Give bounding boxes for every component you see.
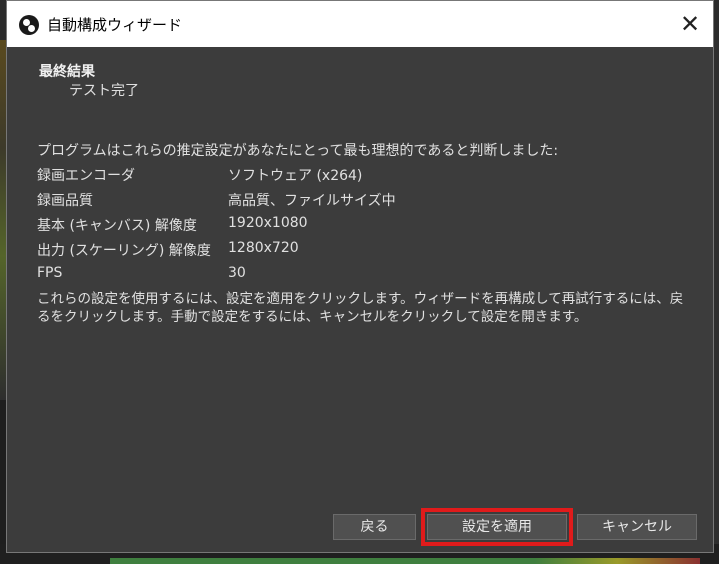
setting-row-encoder: 録画エンコーダ ソフトウェア (x264) [37, 165, 362, 185]
setting-label: 出力 (スケーリング) 解像度 [37, 243, 211, 259]
cancel-button[interactable]: キャンセル [577, 514, 697, 540]
setting-value: ソフトウェア (x264) [228, 168, 363, 184]
setting-row-base-resolution: 基本 (キャンバス) 解像度 1920x1080 [37, 215, 308, 235]
setting-value: 高品質、ファイルサイズ中 [228, 193, 396, 209]
setting-row-quality: 録画品質 高品質、ファイルサイズ中 [37, 190, 396, 210]
final-result-heading: 最終結果 [39, 64, 95, 80]
dialog-content: 最終結果 テスト完了 プログラムはこれらの推定設定があなたにとって最も理想的であ… [7, 47, 713, 552]
background-app-edge [714, 40, 719, 564]
setting-value: 30 [228, 265, 246, 281]
setting-row-fps: FPS 30 [37, 265, 246, 281]
setting-value: 1920x1080 [228, 215, 308, 231]
intro-text: プログラムはこれらの推定設定があなたにとって最も理想的であると判断しました: [37, 143, 559, 159]
setting-label: 基本 (キャンバス) 解像度 [37, 218, 197, 234]
setting-label: FPS [37, 265, 63, 281]
setting-label: 録画品質 [37, 193, 93, 209]
setting-row-output-resolution: 出力 (スケーリング) 解像度 1280x720 [37, 240, 299, 260]
test-status-text: テスト完了 [69, 83, 139, 99]
instructions-text: これらの設定を使用するには、設定を適用をクリックします。ウィザードを再構成して再… [37, 291, 684, 325]
close-button[interactable]: ✕ [667, 1, 713, 47]
obs-logo-icon [19, 15, 39, 35]
window-title: 自動構成ウィザード [47, 16, 183, 34]
setting-value: 1280x720 [228, 240, 299, 256]
back-button[interactable]: 戻る [333, 514, 416, 540]
auto-config-wizard-dialog: 自動構成ウィザード ✕ 最終結果 テスト完了 プログラムはこれらの推定設定があな… [6, 0, 714, 553]
setting-label: 録画エンコーダ [37, 168, 135, 184]
title-bar: 自動構成ウィザード ✕ [7, 1, 713, 47]
audio-meter [110, 558, 700, 564]
apply-settings-button[interactable]: 設定を適用 [421, 508, 573, 546]
